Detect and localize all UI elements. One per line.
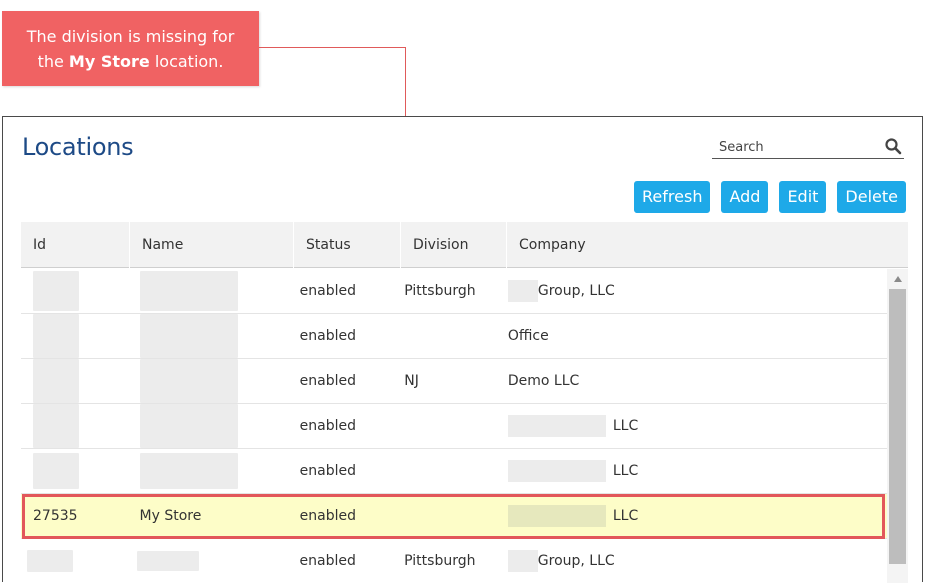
cell-status: enabled (299, 508, 357, 524)
cell-company: LLC (496, 404, 887, 448)
redacted-value (507, 505, 606, 527)
company-text: LLC (612, 508, 639, 524)
scroll-up-button[interactable] (887, 269, 908, 289)
cell-id (21, 359, 128, 403)
callout-line-2: the My Store location. (2, 49, 259, 74)
company-text: Group, LLC (537, 283, 615, 299)
redacted-value (33, 453, 79, 489)
cell-id (21, 269, 128, 313)
callout-connector-drop (405, 47, 406, 116)
table-row[interactable]: enabled NJ Demo LLC (21, 359, 887, 404)
cell-id (21, 404, 128, 448)
cell-id (21, 539, 127, 583)
refresh-button[interactable]: Refresh (634, 181, 711, 213)
cell-status: enabled (299, 553, 356, 569)
cell-company: Group, LLC (496, 539, 887, 583)
cell-name (128, 359, 288, 403)
locations-grid: Id Name Status Division Company enabled … (21, 222, 908, 583)
redacted-value (507, 550, 538, 572)
redacted-value (33, 359, 79, 403)
annotation-callout: The division is missing for the My Store… (2, 11, 259, 86)
cell-status: enabled (299, 328, 357, 344)
cell-name (127, 539, 287, 583)
cell-company: LLC (496, 494, 887, 538)
add-button[interactable]: Add (721, 181, 769, 213)
redacted-value (137, 551, 200, 571)
cell-name (128, 314, 288, 358)
cell-id: 27535 (33, 508, 78, 524)
table-row[interactable]: enabled LLC (21, 449, 887, 494)
table-row[interactable]: enabled Pittsburgh Group, LLC (21, 539, 887, 583)
redacted-value (507, 460, 606, 482)
redacted-value (33, 404, 79, 448)
table-body: enabled Pittsburgh Group, LLC enabled Of… (21, 269, 887, 583)
redacted-value (139, 271, 238, 311)
callout-text-post: location. (149, 51, 224, 71)
redacted-value (139, 359, 238, 403)
search-icon[interactable] (884, 137, 902, 155)
cell-id (21, 449, 128, 493)
cell-status: enabled (299, 283, 357, 299)
callout-connector-line (259, 47, 406, 48)
toolbar: Refresh Add Edit Delete (634, 181, 906, 213)
redacted-value (139, 404, 238, 448)
locations-panel: Locations Refresh Add Edit Delete Id Nam… (2, 116, 923, 583)
cell-name (128, 269, 288, 313)
redacted-value (139, 314, 238, 358)
cell-division: Pittsburgh (404, 553, 476, 569)
cell-id (21, 314, 128, 358)
callout-text-pre: the (37, 51, 69, 71)
redacted-value (507, 415, 606, 437)
company-text: Group, LLC (537, 553, 615, 569)
callout-line-1: The division is missing for (26, 26, 235, 46)
cell-company: Demo LLC (507, 373, 580, 389)
cell-division: Pittsburgh (404, 283, 476, 299)
search-input[interactable] (719, 137, 879, 157)
cell-name (128, 449, 288, 493)
cell-status: enabled (299, 418, 357, 434)
cell-status: enabled (299, 463, 357, 479)
column-header-division[interactable]: Division (401, 222, 507, 268)
cell-company: Group, LLC (496, 269, 887, 313)
company-text: LLC (612, 463, 639, 479)
cell-division (392, 404, 496, 448)
vertical-scrollbar[interactable] (887, 269, 908, 583)
cell-company: LLC (496, 449, 887, 493)
delete-button[interactable]: Delete (837, 181, 906, 213)
table-row-selected[interactable]: 27535 My Store enabled LLC (21, 494, 887, 539)
table-row[interactable]: enabled Pittsburgh Group, LLC (21, 269, 887, 314)
cell-name (128, 404, 288, 448)
column-header-company[interactable]: Company (507, 222, 908, 268)
company-text: LLC (612, 418, 639, 434)
column-header-status[interactable]: Status (294, 222, 401, 268)
column-header-id[interactable]: Id (21, 222, 130, 268)
cell-name: My Store (139, 508, 202, 524)
table-header: Id Name Status Division Company (21, 222, 908, 268)
callout-text-bold: My Store (68, 51, 150, 71)
cell-division: NJ (404, 373, 419, 389)
column-header-name[interactable]: Name (130, 222, 294, 268)
scrollbar-thumb[interactable] (889, 289, 906, 564)
page-title: Locations (22, 133, 134, 161)
cell-company: Office (507, 328, 549, 344)
redacted-value (27, 550, 73, 572)
cell-status: enabled (299, 373, 357, 389)
cell-division (392, 494, 496, 538)
table-row[interactable]: enabled LLC (21, 404, 887, 449)
cell-division (392, 449, 496, 493)
table-row[interactable]: enabled Office (21, 314, 887, 359)
cell-division (392, 314, 496, 358)
edit-button[interactable]: Edit (779, 181, 827, 213)
search-box (712, 134, 904, 159)
redacted-value (139, 453, 238, 489)
redacted-value (507, 280, 538, 302)
chevron-up-icon (893, 276, 902, 282)
redacted-value (33, 314, 79, 358)
redacted-value (33, 271, 79, 311)
